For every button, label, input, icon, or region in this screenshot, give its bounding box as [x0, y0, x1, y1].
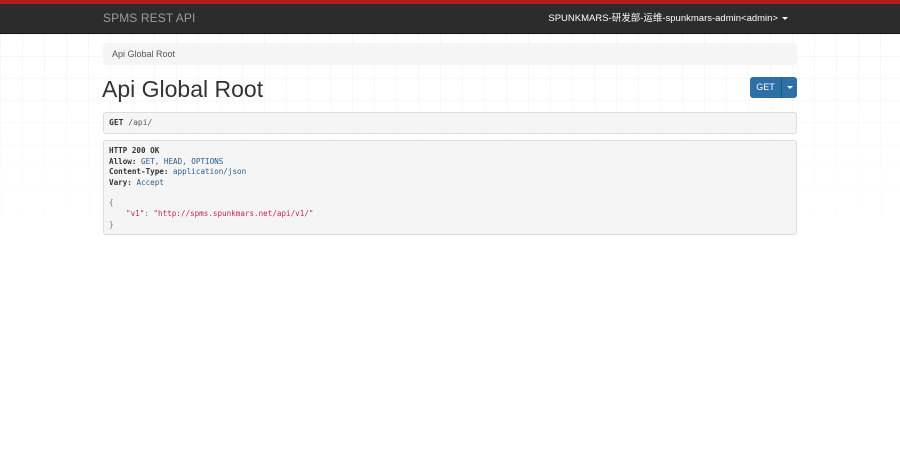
request-info: GET /api/ [103, 112, 797, 134]
breadcrumb-item[interactable]: Api Global Root [112, 49, 175, 59]
user-menu-label: SPUNKMARS-研发部-运维-spunkmars-admin<admin> [548, 13, 778, 24]
breadcrumb: Api Global Root [103, 43, 797, 65]
header-value: GET, HEAD, OPTIONS [141, 156, 224, 166]
json-close-brace: } [109, 219, 114, 229]
request-method: GET [109, 118, 124, 127]
response-info: HTTP 200 OK Allow: GET, HEAD, OPTIONS Co… [103, 140, 797, 235]
header-value: application/json [173, 167, 247, 177]
user-menu[interactable]: SPUNKMARS-研发部-运维-spunkmars-admin<admin> [548, 4, 788, 33]
request-path: /api/ [128, 118, 153, 127]
header-name: Content-Type: [109, 167, 169, 177]
caret-down-icon [782, 16, 788, 20]
json-key: "v1" [126, 208, 145, 218]
response-status: HTTP 200 OK [109, 146, 160, 155]
format-dropdown-button[interactable] [782, 77, 797, 98]
header-name: Allow: [109, 156, 137, 166]
json-open-brace: { [109, 198, 114, 208]
navbar-brand[interactable]: SPMS REST API [103, 4, 195, 33]
caret-down-icon [786, 86, 793, 89]
navbar: SPMS REST API SPUNKMARS-研发部-运维-spunkmars… [0, 4, 900, 34]
get-button-group: GET [750, 77, 797, 98]
get-button[interactable]: GET [750, 77, 782, 98]
json-link-value[interactable]: "http://spms.spunkmars.net/api/v1/" [153, 209, 313, 218]
header-name: Vary: [109, 177, 132, 187]
page-title: Api Global Root [102, 76, 264, 102]
header-value: Accept [136, 177, 164, 187]
